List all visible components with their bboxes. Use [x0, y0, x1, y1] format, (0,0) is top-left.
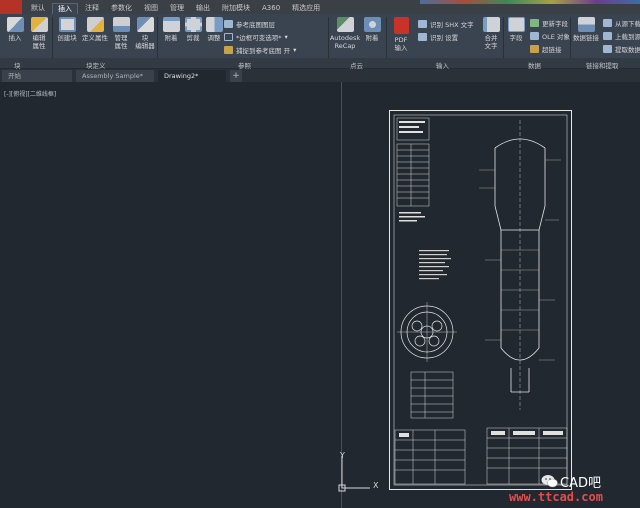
create-block-button[interactable]: 创建块	[54, 14, 80, 42]
download-from-source-button[interactable]: 从源下载	[603, 18, 640, 28]
update-icon	[530, 19, 539, 27]
tab-featured-apps[interactable]: 精选应用	[287, 3, 325, 14]
frames-vary-dropdown[interactable]: *边框可变选项* ▾	[224, 32, 288, 42]
menu-bar: 默认 插入 注释 参数化 视图 管理 输出 附加模块 A360 精选应用	[0, 0, 640, 14]
update-fields-button[interactable]: 更新字段	[530, 18, 568, 28]
tab-output[interactable]: 输出	[191, 3, 215, 14]
recognize-settings-button[interactable]: 识别 设置	[418, 32, 458, 42]
upload-icon	[603, 32, 612, 40]
hyperlink-icon	[530, 45, 539, 53]
frame-icon	[224, 33, 233, 41]
file-tab-drawing2[interactable]: Drawing2*	[158, 70, 226, 82]
file-tabs: 开始 Assembly Sample* Drawing2* +	[0, 69, 640, 82]
ucs-y-label: Y	[340, 451, 345, 460]
new-tab-button[interactable]: +	[230, 70, 242, 82]
chevron-down-icon: ▾	[293, 46, 297, 54]
manage-attributes-button[interactable]: 管理 属性	[108, 14, 134, 50]
chevron-down-icon: ▾	[284, 33, 288, 41]
field-button[interactable]: 字段	[505, 14, 527, 42]
download-icon	[603, 19, 612, 27]
ribbon: 插入 编辑 属性 创建块 定义属性 管理 属性 块 编辑器 附着 剪裁 调整 参…	[0, 14, 640, 70]
layers-icon	[224, 20, 233, 28]
tab-view[interactable]: 视图	[139, 3, 163, 14]
edit-attribute-icon	[30, 17, 48, 32]
title-bar-decoration	[420, 0, 640, 4]
attach-point-cloud-button[interactable]: 附着	[361, 14, 383, 42]
block-editor-button[interactable]: 块 编辑器	[132, 14, 158, 50]
file-tab-assembly-sample[interactable]: Assembly Sample*	[76, 70, 154, 82]
block-editor-icon	[136, 17, 154, 32]
watermark-url: www.ttcad.com	[509, 490, 603, 504]
clip-icon	[184, 17, 202, 32]
insert-block-button[interactable]: 插入	[2, 14, 28, 42]
hyperlink-button[interactable]: 超链接	[530, 44, 562, 54]
data-link-button[interactable]: 数据链接	[572, 14, 600, 42]
manage-attributes-icon	[112, 17, 130, 32]
extract-icon	[603, 45, 612, 53]
adjust-icon	[205, 17, 223, 32]
ole-icon	[530, 32, 539, 40]
tab-manage[interactable]: 管理	[165, 3, 189, 14]
field-icon	[507, 17, 525, 32]
autodesk-recap-button[interactable]: Autodesk ReCap	[330, 14, 360, 50]
wechat-icon	[541, 475, 558, 488]
watermark-brand: CAD吧	[560, 476, 601, 491]
tab-parametric[interactable]: 参数化	[106, 3, 137, 14]
drawing-sheet	[389, 110, 572, 490]
recognize-shx-text-button[interactable]: 识别 SHX 文字	[418, 19, 474, 29]
snap-icon	[224, 46, 233, 54]
ucs-x-label: X	[373, 481, 379, 490]
tab-default[interactable]: 默认	[26, 3, 50, 14]
pdf-import-button[interactable]: PDF 输入	[388, 14, 414, 52]
tab-a360[interactable]: A360	[257, 3, 285, 14]
tab-annotate[interactable]: 注释	[80, 3, 104, 14]
application-menu-button[interactable]	[0, 0, 22, 14]
define-attributes-button[interactable]: 定义属性	[82, 14, 108, 42]
define-attributes-icon	[86, 17, 104, 32]
pdf-icon	[393, 17, 409, 34]
tab-addins[interactable]: 附加模块	[217, 3, 255, 14]
data-link-icon	[577, 17, 595, 32]
settings-icon	[418, 33, 427, 41]
viewport-controls[interactable]: [-][俯视][二维线框]	[4, 89, 56, 98]
tab-insert[interactable]: 插入	[52, 3, 78, 14]
create-block-icon	[58, 17, 76, 32]
upload-to-source-button[interactable]: 上载到源	[603, 31, 640, 41]
combine-text-icon	[482, 17, 500, 32]
ribbon-tabs: 默认 插入 注释 参数化 视图 管理 输出 附加模块 A360 精选应用	[26, 3, 325, 14]
combine-text-button[interactable]: 合并 文字	[478, 14, 504, 50]
point-cloud-icon	[363, 17, 381, 32]
crosshair-line	[341, 82, 342, 508]
edit-attribute-button[interactable]: 编辑 属性	[26, 14, 52, 50]
attach-icon	[162, 17, 180, 32]
ole-object-button[interactable]: OLE 对象	[530, 31, 570, 41]
underlay-layers-button[interactable]: 参考底图图层	[224, 19, 275, 29]
file-tab-start[interactable]: 开始	[2, 70, 72, 82]
drawing-area[interactable]: [-][俯视][二维线框] Y X	[0, 82, 640, 508]
extract-data-button[interactable]: 提取数据	[603, 44, 640, 54]
recap-icon	[336, 17, 354, 32]
insert-block-icon	[6, 17, 24, 32]
text-recognize-icon	[418, 20, 427, 28]
snap-to-underlay-dropdown[interactable]: 捕捉到参考底图 开 ▾	[224, 45, 296, 55]
